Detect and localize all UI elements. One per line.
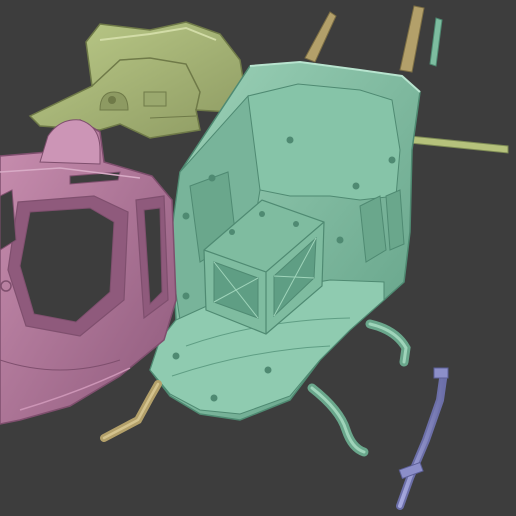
3d-viewport[interactable]	[0, 0, 516, 516]
helicopter-model-scene[interactable]	[0, 0, 516, 516]
